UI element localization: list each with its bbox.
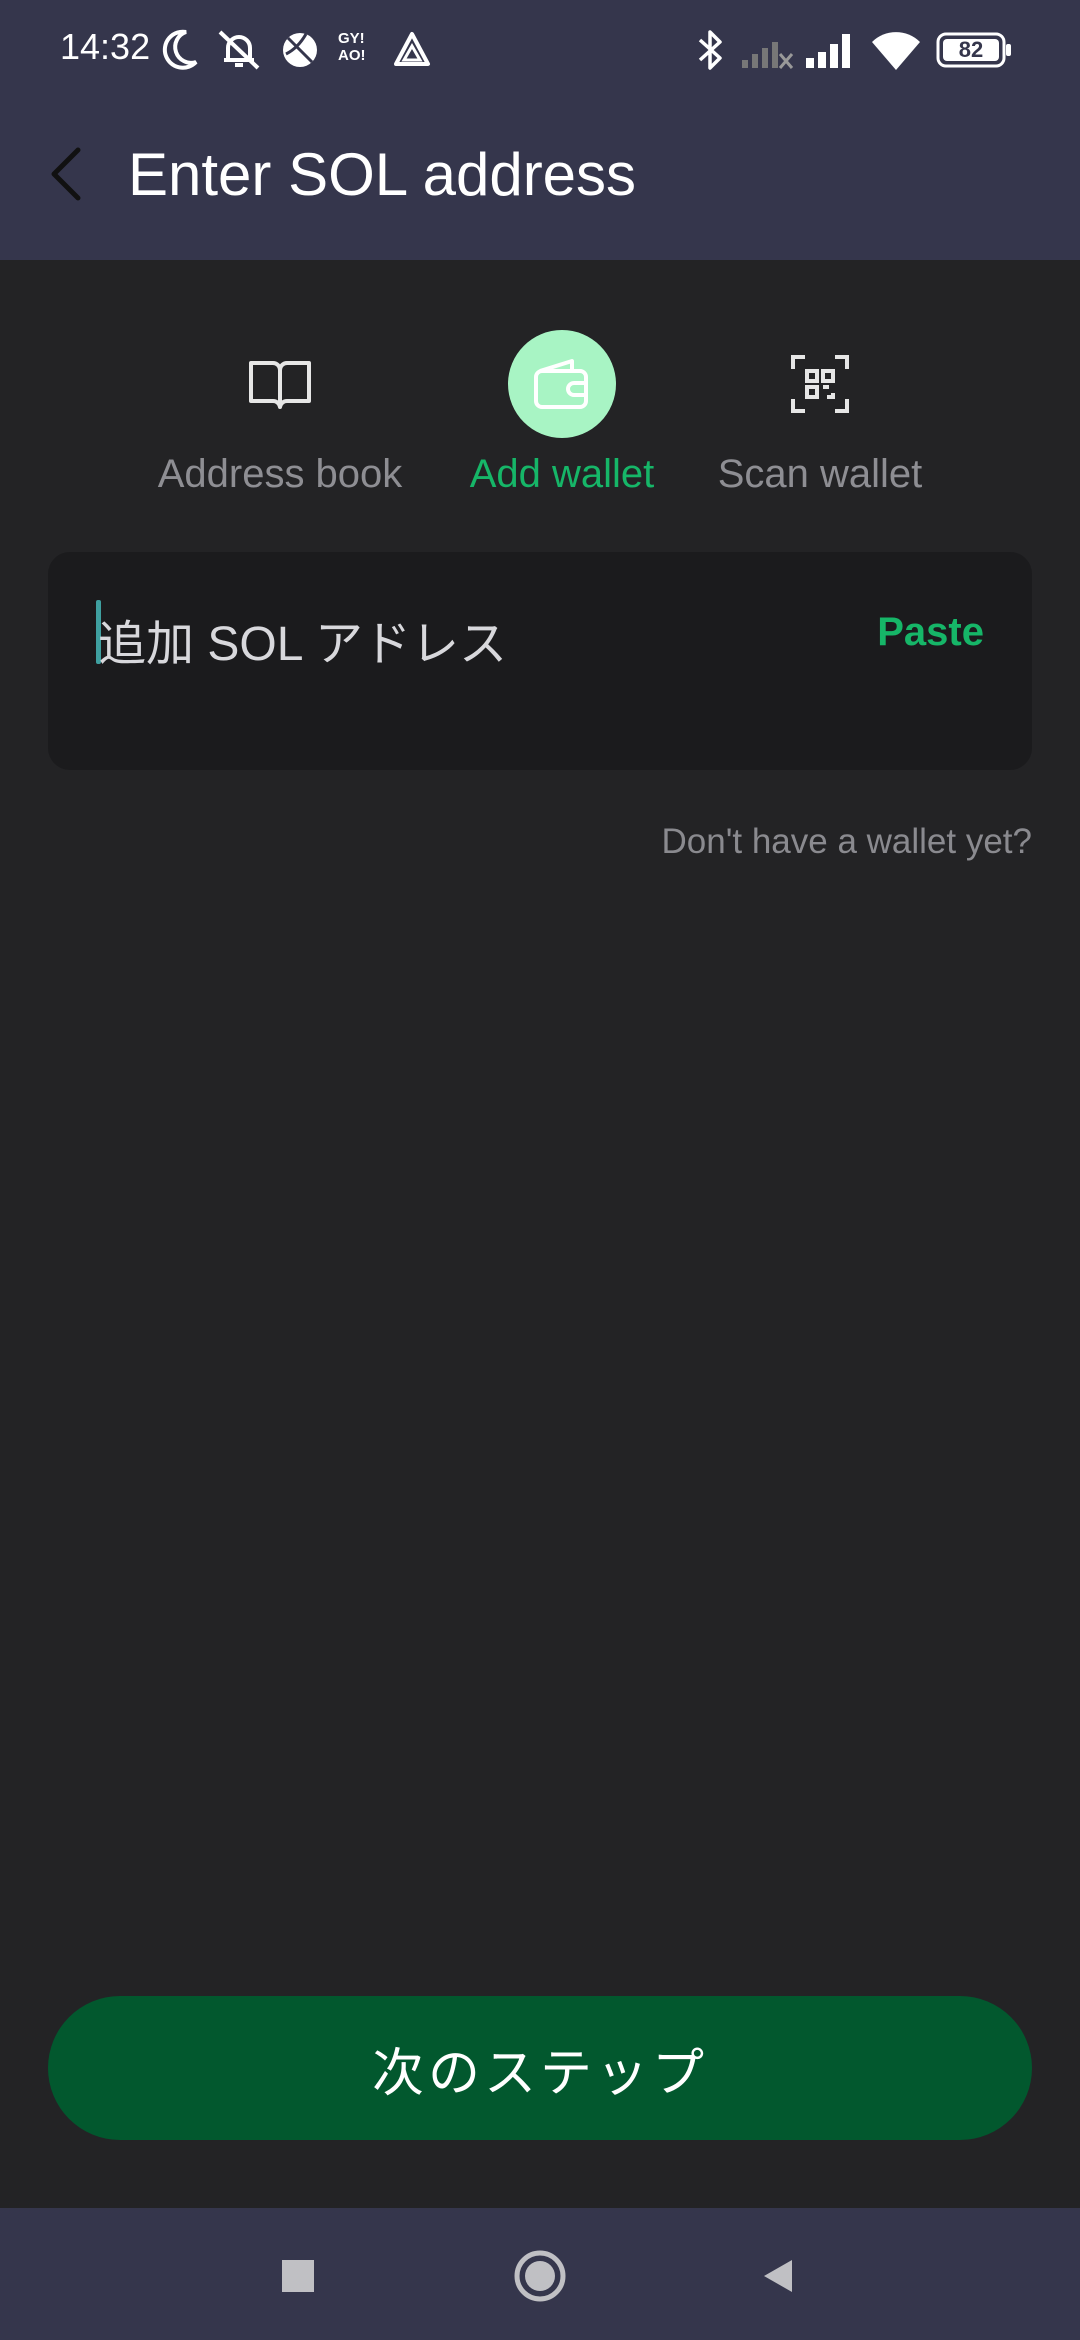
system-nav-bar xyxy=(0,2208,1080,2340)
chevron-left-icon xyxy=(51,147,81,201)
page-title: Enter SOL address xyxy=(128,141,637,208)
ball-icon xyxy=(280,28,320,77)
tab-scan-wallet[interactable]: Scan wallet xyxy=(670,330,970,510)
back-triangle-icon xyxy=(764,2260,792,2292)
home-circle-icon xyxy=(514,2250,566,2302)
bell-off-icon xyxy=(214,28,264,77)
signal-no-sim-icon xyxy=(740,28,796,77)
recents-square-icon xyxy=(282,2260,314,2292)
gy-ao-icon: GY! AO! xyxy=(338,30,366,64)
signal-icon xyxy=(804,28,858,77)
bluetooth-icon xyxy=(694,28,728,77)
battery-level: 82 xyxy=(958,37,984,62)
status-time: 14:32 xyxy=(60,26,151,67)
moon-icon xyxy=(160,28,200,77)
tab-address-book-label: Address book xyxy=(157,452,403,496)
back-button[interactable] xyxy=(30,138,102,210)
address-placeholder: 追加 SOL アドレス xyxy=(98,618,507,671)
app-header: Enter SOL address xyxy=(0,104,1080,260)
paste-button[interactable]: Paste xyxy=(877,610,984,655)
nav-back-button[interactable] xyxy=(748,2246,808,2306)
battery-icon: 82 xyxy=(936,32,1014,73)
tab-add-wallet[interactable]: Add wallet xyxy=(412,330,712,510)
status-bar: 14:32 GY! AO! 82 xyxy=(0,0,1080,104)
qr-scan-icon xyxy=(766,330,874,438)
wallet-icon xyxy=(508,330,616,438)
no-wallet-link[interactable]: Don't have a wallet yet? xyxy=(661,822,1032,862)
tab-scan-wallet-label: Scan wallet xyxy=(717,452,923,496)
triangle-app-icon xyxy=(392,28,432,77)
next-step-button[interactable]: 次のステップ xyxy=(48,1996,1032,2140)
wifi-icon xyxy=(870,28,922,77)
screen: 14:32 GY! AO! 82 Enter SOL address Addre… xyxy=(0,0,1080,2340)
recents-button[interactable] xyxy=(268,2246,328,2306)
home-button[interactable] xyxy=(510,2246,570,2306)
tab-add-wallet-label: Add wallet xyxy=(469,452,655,496)
tab-address-book[interactable]: Address book xyxy=(130,330,430,510)
address-input-field[interactable]: 追加 SOL アドレス Paste xyxy=(48,552,1032,770)
book-icon xyxy=(226,330,334,438)
